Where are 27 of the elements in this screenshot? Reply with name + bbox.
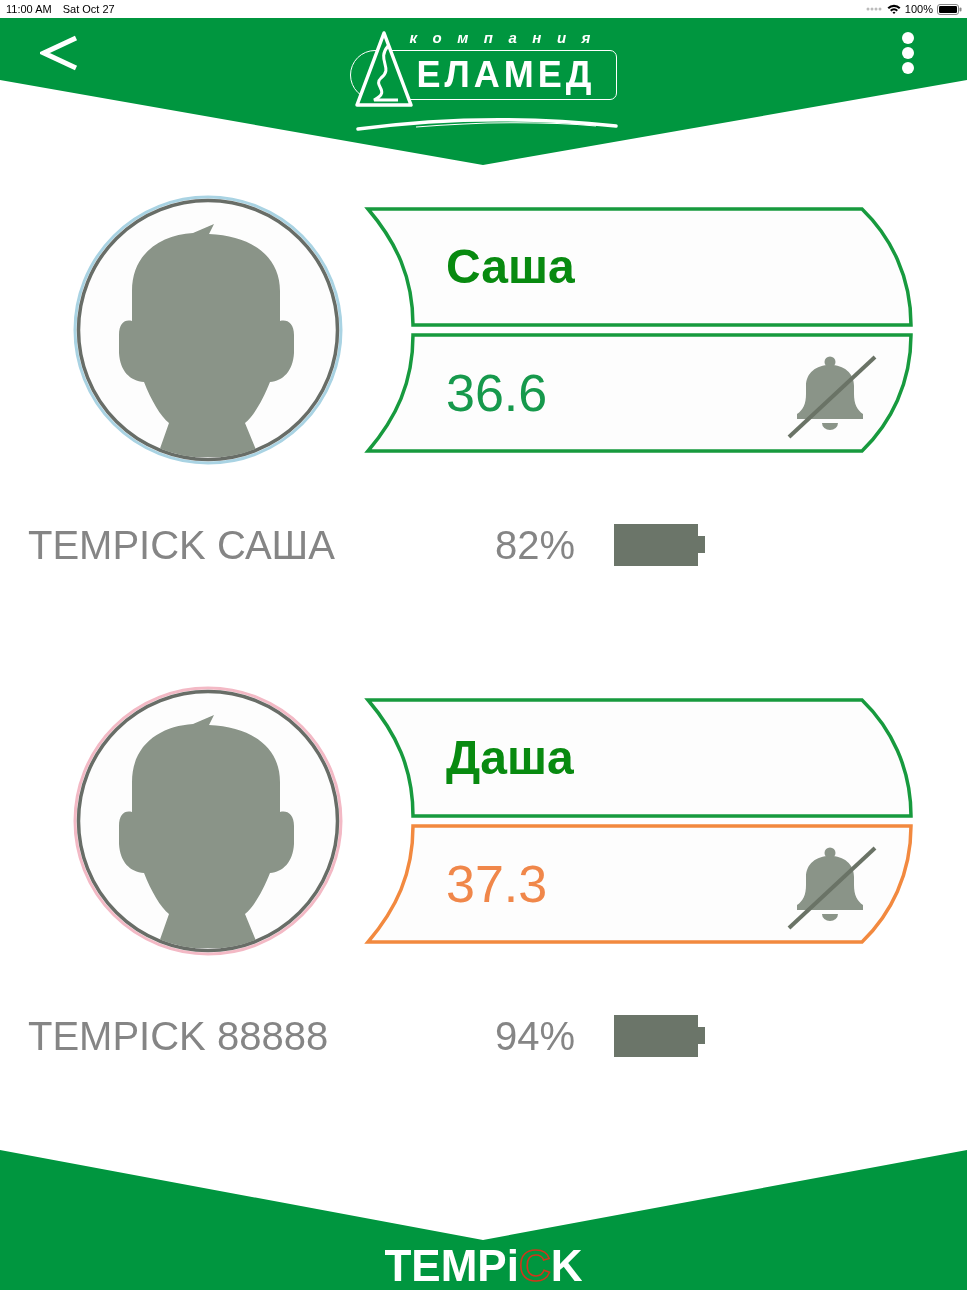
battery-icon bbox=[614, 1015, 705, 1057]
battery-percentage: 94% bbox=[493, 1013, 575, 1059]
device-name: TEMPICK 88888 bbox=[28, 1013, 330, 1059]
chevron-left-icon bbox=[40, 35, 78, 71]
person-name: Даша bbox=[446, 730, 574, 786]
wifi-icon bbox=[886, 4, 901, 14]
status-time: 11:00 AM bbox=[6, 2, 52, 16]
battery-icon bbox=[937, 3, 962, 15]
temperature-reading: 36.6 bbox=[446, 363, 548, 423]
battery-percentage: 100% bbox=[904, 2, 933, 16]
status-date: Sat Oct 27 bbox=[62, 2, 115, 16]
company-tagline: компания bbox=[409, 30, 606, 46]
person-silhouette-icon bbox=[119, 224, 294, 457]
temperature-reading: 37.3 bbox=[446, 854, 548, 914]
more-button[interactable] bbox=[901, 31, 915, 75]
person-name: Саша bbox=[446, 239, 575, 295]
person-silhouette-icon bbox=[119, 715, 294, 948]
muted-bell-icon[interactable] bbox=[787, 844, 877, 930]
battery-icon bbox=[614, 524, 705, 566]
device-name: TEMPICK САША bbox=[28, 522, 336, 568]
brand-name: ЕЛАМЕД bbox=[416, 55, 596, 95]
battery-percentage: 82% bbox=[493, 522, 575, 568]
brand-logo-text: TEMPiCK bbox=[384, 1242, 583, 1290]
muted-bell-icon[interactable] bbox=[787, 353, 877, 439]
signal-dots-icon bbox=[865, 7, 882, 11]
kebab-menu-icon bbox=[901, 31, 915, 75]
back-button[interactable] bbox=[40, 35, 78, 71]
